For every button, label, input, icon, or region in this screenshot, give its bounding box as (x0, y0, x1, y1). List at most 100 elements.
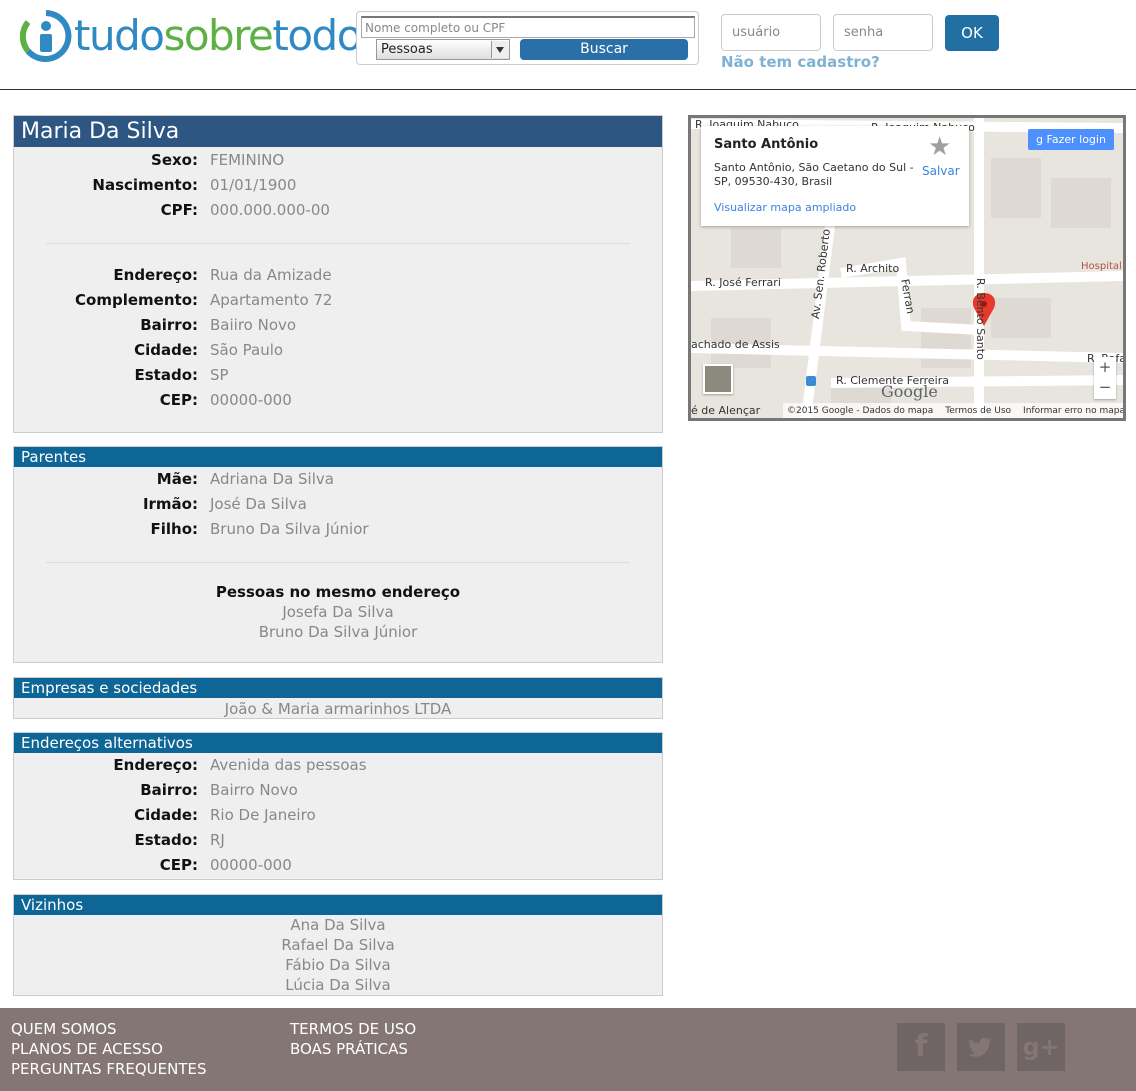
field-label: Nascimento: (92, 176, 198, 194)
info-row: Bairro: Bairro Novo (14, 778, 662, 803)
alt-addresses-panel: Endereços alternativos Endereço: Avenida … (13, 732, 663, 880)
map-embed[interactable]: R. Joaquim Nabuco R. Joaquim Nabuco R. A… (688, 115, 1126, 421)
twitter-icon[interactable] (957, 1023, 1005, 1071)
field-value: 000.000.000-00 (210, 201, 330, 219)
info-row: Estado: RJ (14, 828, 662, 853)
hospital-label: Hospital (1081, 261, 1122, 272)
map-data-link[interactable]: ©2015 Google - Dados do mapa (787, 406, 933, 416)
relative-link[interactable]: Bruno Da Silva Júnior (210, 517, 369, 542)
search-type-value: Pessoas (381, 42, 433, 57)
terms-link[interactable]: Termos de Uso (945, 406, 1011, 416)
list-item[interactable]: Josefa Da Silva (14, 602, 662, 622)
field-label: Bairro: (140, 316, 198, 334)
map-attribution: ©2015 Google - Dados do mapa Termos de Us… (783, 403, 1123, 418)
list-item[interactable]: Bruno Da Silva Júnior (14, 622, 662, 642)
neighbors-panel: Vizinhos Ana Da Silva Rafael Da Silva Fá… (13, 894, 663, 996)
field-value: Avenida das pessoas (210, 756, 367, 774)
info-row: Nascimento: 01/01/1900 (14, 173, 662, 198)
search-input[interactable] (361, 16, 695, 38)
section-title: Vizinhos (14, 895, 662, 915)
info-row: Endereço: Rua da Amizade (14, 263, 662, 288)
field-value: São Paulo (210, 341, 284, 359)
field-value: Apartamento 72 (210, 291, 333, 309)
section-title: Empresas e sociedades (14, 678, 662, 698)
list-item[interactable]: Lúcia Da Silva (14, 975, 662, 995)
star-icon[interactable]: ★ (928, 134, 951, 160)
search-button[interactable]: Buscar (520, 39, 688, 60)
street-label: R. José Ferrari (705, 276, 781, 289)
field-label: Estado: (134, 366, 198, 384)
login-ok-button[interactable]: OK (945, 15, 999, 51)
footer-link-plans[interactable]: PLANOS DE ACESSO (11, 1040, 163, 1058)
section-title: Parentes (14, 447, 662, 467)
field-label: Irmão: (142, 495, 198, 513)
facebook-icon[interactable]: f (897, 1023, 945, 1071)
satellite-toggle[interactable] (703, 364, 733, 394)
field-value: Rio De Janeiro (210, 806, 316, 824)
field-label: Sexo: (151, 151, 198, 169)
site-header: tudosobretodos Pessoas Buscar OK Não tem… (0, 0, 1136, 90)
field-value: FEMININO (210, 151, 285, 169)
signup-link[interactable]: Não tem cadastro? (721, 53, 880, 71)
save-place-link[interactable]: Salvar (922, 164, 960, 178)
info-row: Sexo: FEMININO (14, 148, 662, 173)
footer-link-terms[interactable]: TERMOS DE USO (290, 1020, 416, 1038)
info-row: Estado: SP (14, 363, 662, 388)
field-value: 00000-000 (210, 391, 292, 409)
map-login-button[interactable]: g Fazer login (1028, 129, 1114, 150)
field-value: Rua da Amizade (210, 266, 332, 284)
field-label: Estado: (134, 831, 198, 849)
google-g-icon: g (1036, 133, 1047, 146)
list-item[interactable]: Rafael Da Silva (14, 935, 662, 955)
list-item[interactable]: Ana Da Silva (14, 915, 662, 935)
place-name: Santo Antônio (714, 137, 819, 152)
zoom-out-button[interactable]: − (1094, 377, 1116, 397)
google-logo: Google (881, 382, 938, 401)
list-item[interactable]: João & Maria armarinhos LTDA (14, 699, 662, 719)
street-label: R. Bento Santo (974, 278, 987, 360)
zoom-control: + − (1094, 357, 1116, 399)
info-row: CEP: 00000-000 (14, 853, 662, 878)
street-label: achado de Assis (691, 338, 780, 351)
logo-person-icon (19, 10, 72, 62)
relative-link[interactable]: Adriana Da Silva (210, 467, 334, 492)
footer-link-about[interactable]: QUEM SOMOS (11, 1020, 117, 1038)
search-type-select[interactable]: Pessoas (376, 39, 510, 60)
info-row: CEP: 00000-000 (14, 388, 662, 413)
view-larger-map-link[interactable]: Visualizar mapa ampliado (714, 201, 856, 214)
field-label: Endereço: (113, 756, 198, 774)
field-label: Cidade: (134, 806, 198, 824)
zoom-in-button[interactable]: + (1094, 357, 1116, 377)
report-error-link[interactable]: Informar erro no mapa (1023, 406, 1123, 416)
footer-link-practices[interactable]: BOAS PRÁTICAS (290, 1040, 408, 1058)
street-label: é de Alençar (691, 404, 761, 417)
place-address: Santo Antônio, São Caetano do Sul - SP, … (714, 161, 914, 188)
relatives-panel: Parentes Mãe: Adriana Da Silva Irmão: José… (13, 446, 663, 663)
footer-link-faq[interactable]: PERGUNTAS FREQUENTES (11, 1060, 207, 1078)
info-row: CPF: 000.000.000-00 (14, 198, 662, 223)
relative-link[interactable]: José Da Silva (210, 492, 307, 517)
field-label: Mãe: (156, 470, 198, 488)
site-logo[interactable]: tudosobretodos (19, 10, 383, 62)
field-label: CEP: (159, 856, 198, 874)
map-login-label: Fazer login (1046, 133, 1106, 146)
site-footer: QUEM SOMOS PLANOS DE ACESSO PERGUNTAS FR… (0, 1008, 1136, 1091)
field-value: Baiiro Novo (210, 316, 297, 334)
field-label: CEP: (159, 391, 198, 409)
dropdown-arrow-icon (491, 41, 508, 58)
field-label: Filho: (150, 520, 198, 538)
field-value: 00000-000 (210, 856, 292, 874)
person-panel: Maria Da Silva Sexo: FEMININO Nascimento:… (13, 115, 663, 433)
password-input[interactable] (833, 14, 933, 51)
field-value: 01/01/1900 (210, 176, 297, 194)
username-input[interactable] (721, 14, 821, 51)
info-row: Irmão: José Da Silva (14, 492, 662, 517)
place-info-card: Santo Antônio Santo Antônio, São Caetano… (701, 126, 969, 226)
field-value: SP (210, 366, 229, 384)
info-row: Cidade: São Paulo (14, 338, 662, 363)
companies-panel: Empresas e sociedades João & Maria armar… (13, 677, 663, 719)
list-item[interactable]: Fábio Da Silva (14, 955, 662, 975)
google-plus-icon[interactable]: g+ (1017, 1023, 1065, 1071)
info-row: Bairro: Baiiro Novo (14, 313, 662, 338)
info-row: Complemento: Apartamento 72 (14, 288, 662, 313)
